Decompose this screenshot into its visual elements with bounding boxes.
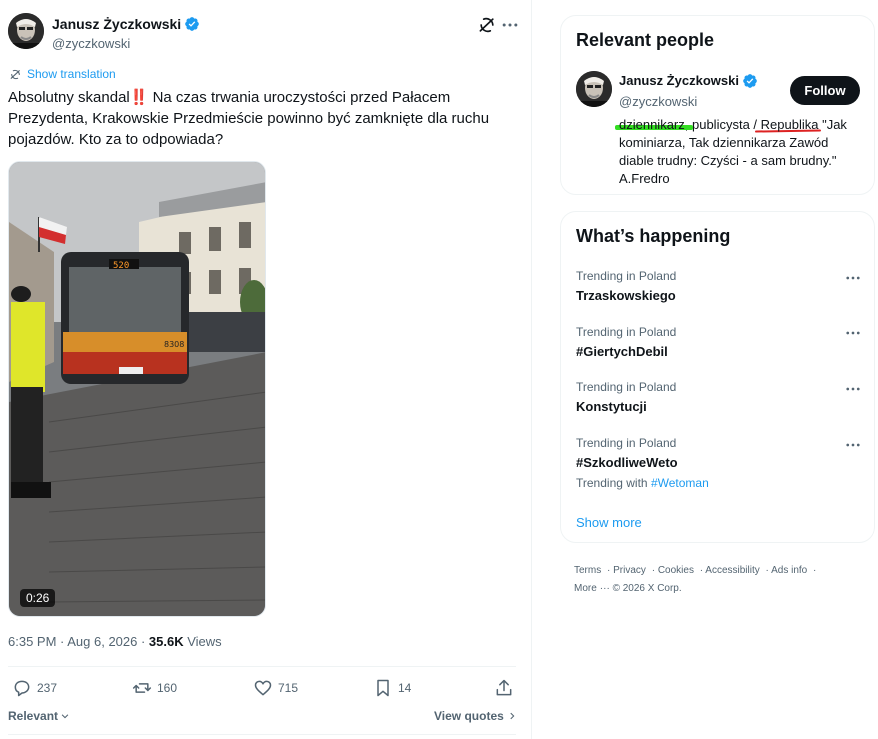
bio-part-2: , publicysta / [684, 117, 761, 132]
tweet-video[interactable]: 520 8308 [8, 161, 266, 617]
footer-link-terms[interactable]: Terms [574, 565, 601, 576]
tweet-header: Janusz Życzkowski @zyczkowski [8, 13, 520, 55]
chevron-right-icon [510, 712, 515, 720]
person-name-row[interactable]: Janusz Życzkowski [619, 73, 758, 89]
right-sidebar: Relevant people Janusz Życzkowski @zyczk… [532, 0, 878, 739]
highlighted-word-green: dziennikarz [615, 116, 693, 134]
trend-name[interactable]: #SzkodliweWeto [576, 454, 866, 472]
verified-badge-icon [185, 17, 200, 31]
reply-sort-label[interactable]: Relevant [8, 709, 58, 723]
trend-item[interactable]: Trending in Poland Trzaskowskiego [576, 268, 866, 305]
trend-name[interactable]: Konstytucji [576, 398, 866, 416]
video-duration-badge: 0:26 [20, 589, 56, 607]
views-count: 35.6K [148, 634, 184, 649]
trend-name[interactable]: #GiertychDebil [576, 343, 866, 361]
view-quotes-link[interactable]: View quotes [434, 709, 517, 723]
reply-button[interactable]: 237 [12, 678, 57, 698]
follow-button[interactable]: Follow [790, 76, 860, 105]
trend-more-icon[interactable] [844, 383, 862, 395]
bookmark-icon [377, 679, 389, 697]
like-count: 715 [278, 681, 299, 695]
author-avatar[interactable] [8, 13, 44, 49]
verified-badge-icon [743, 74, 757, 88]
tweet-meta: 6:35 PM · Aug 6, 2026 · 35.6K Views [8, 634, 222, 650]
share-button[interactable] [494, 678, 514, 698]
author-handle[interactable]: @zyczkowski [52, 35, 200, 53]
trend-category: Trending in Poland [576, 269, 677, 283]
tweet-column: Janusz Życzkowski @zyczkowski Show trans… [0, 0, 532, 739]
footer-second-row: More ··· © 2026 X Corp. [574, 583, 682, 594]
bus-route-sign: 520 [113, 261, 129, 271]
more-options-icon[interactable] [500, 15, 520, 35]
trend-related: Trending with #Wetoman [576, 475, 866, 491]
footer-link-accessibility[interactable]: Accessibility [705, 565, 759, 576]
footer-more-link[interactable]: More [574, 583, 597, 594]
trend-name[interactable]: Trzaskowskiego [576, 287, 866, 305]
footer-links-row: Terms · Privacy · Cookies · Accessibilit… [574, 565, 817, 576]
view-quotes-label[interactable]: View quotes [434, 709, 504, 723]
video-thumbnail: 520 8308 [9, 162, 265, 616]
trend-more-icon[interactable] [844, 272, 862, 284]
trend-item[interactable]: Trending in Poland Konstytucji [576, 379, 866, 416]
trend-more-icon[interactable] [844, 327, 862, 339]
whats-happening-card: What’s happening Trending in Poland Trza… [560, 211, 875, 543]
divider [8, 734, 516, 735]
person-bio: dziennikarz, publicysta / Republika "Jak… [615, 116, 859, 188]
tweet-timestamp[interactable]: 6:35 PM · Aug 6, 2026 · [8, 634, 149, 649]
trend-category: Trending in Poland [576, 325, 677, 339]
highlighted-word-red: Republika [761, 116, 819, 134]
bookmark-count: 14 [398, 681, 412, 695]
trend-category: Trending in Poland [576, 380, 677, 394]
person-avatar[interactable] [576, 71, 612, 107]
views-label: Views [183, 634, 222, 649]
reply-icon [14, 680, 30, 697]
trend-more-icon[interactable] [844, 439, 862, 451]
footer-link-cookies[interactable]: Cookies [658, 565, 694, 576]
bus-fleet-number: 8308 [164, 340, 184, 349]
sidebar-footer: Terms · Privacy · Cookies · Accessibilit… [574, 562, 864, 598]
chevron-down-icon [61, 714, 69, 719]
reply-sort-dropdown[interactable]: Relevant [8, 709, 70, 723]
bio-part-3: Republika [760, 117, 819, 132]
repost-count: 160 [157, 681, 178, 695]
translate-icon [10, 69, 20, 79]
bookmark-button[interactable]: 14 [373, 678, 411, 698]
author-name[interactable]: Janusz Życzkowski [52, 15, 181, 33]
footer-copyright: © 2026 X Corp. [612, 583, 682, 594]
trend-related-label: Trending with [576, 476, 651, 490]
repost-button[interactable]: 160 [132, 678, 177, 698]
footer-link-ads-info[interactable]: Ads info [771, 565, 807, 576]
relevant-people-card: Relevant people Janusz Życzkowski @zyczk… [560, 15, 875, 195]
author-name-block: Janusz Życzkowski @zyczkowski [52, 15, 200, 53]
divider [8, 666, 516, 667]
trend-category: Trending in Poland [576, 436, 677, 450]
show-more-link[interactable]: Show more [576, 515, 642, 530]
relevant-people-title: Relevant people [576, 30, 715, 50]
footer-link-privacy[interactable]: Privacy [613, 565, 646, 576]
person-name[interactable]: Janusz Życzkowski [619, 73, 739, 89]
reply-count: 237 [37, 681, 58, 695]
whats-happening-title: What’s happening [576, 226, 731, 246]
like-button[interactable]: 715 [253, 678, 298, 698]
show-translation-link[interactable]: Show translation [9, 67, 116, 81]
heart-icon [254, 680, 272, 696]
person-handle[interactable]: @zyczkowski [619, 94, 697, 109]
show-translation-label[interactable]: Show translation [27, 67, 116, 81]
author-name-row[interactable]: Janusz Życzkowski [52, 15, 200, 33]
tweet-text: Absolutny skandal‼️ Na czas trwania uroc… [8, 89, 490, 148]
grok-icon[interactable] [477, 15, 497, 35]
repost-icon [132, 683, 152, 693]
trend-related-hashtag[interactable]: #Wetoman [651, 476, 709, 490]
trend-item[interactable]: Trending in Poland #SzkodliweWeto Trendi… [576, 435, 866, 491]
share-icon [496, 679, 512, 696]
trend-item[interactable]: Trending in Poland #GiertychDebil [576, 324, 866, 361]
bio-part-1: dziennikarz [619, 117, 685, 132]
